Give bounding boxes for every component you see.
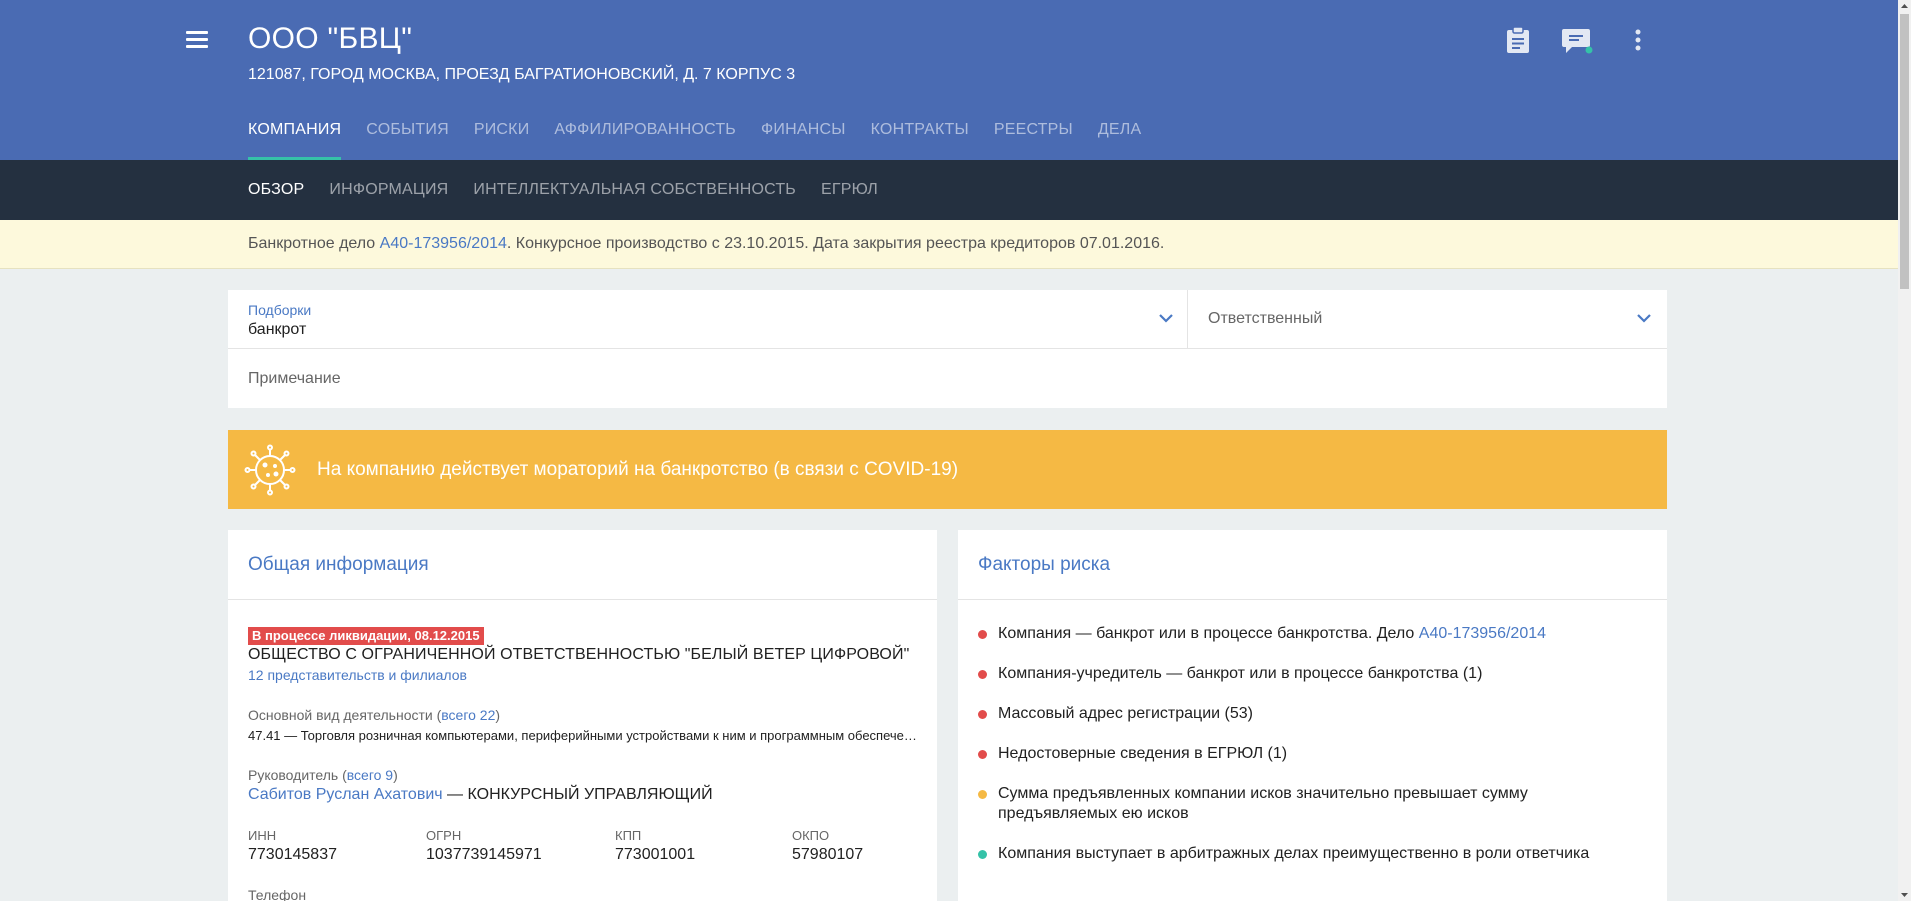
risk-factors-card: Факторы риска Компания — банкрот или в п… [958,530,1667,901]
collections-select[interactable]: Подборки банкрот [228,290,1188,349]
company-header: ООО "БВЦ" 121087, ГОРОД МОСКВА, ПРОЕЗД Б… [0,0,1898,160]
tab-company[interactable]: КОМПАНИЯ [248,120,342,160]
main-tabs: КОМПАНИЯ СОБЫТИЯ РИСКИ АФФИЛИРОВАННОСТЬ … [248,120,1166,160]
risk-list: Компания — банкрот или в процессе банкро… [978,624,1648,884]
scroll-down-icon[interactable] [1898,888,1911,901]
clipboard-icon[interactable] [1502,24,1534,56]
tab-risks[interactable]: РИСКИ [474,120,530,160]
risk-dot-icon [978,670,987,679]
moratorium-banner: На компанию действует мораторий на банкр… [228,430,1667,509]
branches-link[interactable]: 12 представительств и филиалов [248,667,467,683]
risk-item: Недостоверные сведения в ЕГРЮЛ (1) [978,744,1648,764]
responsible-select[interactable]: Ответственный [1188,290,1667,349]
status-badge: В процессе ликвидации, 08.12.2015 [248,627,484,645]
collections-card: Подборки банкрот Ответственный Примечани… [228,290,1667,408]
subtab-information[interactable]: ИНФОРМАЦИЯ [329,181,448,199]
notice-prefix: Банкротное дело [248,235,380,252]
notice-suffix: . Конкурсное производство с 23.10.2015. … [506,235,1165,252]
risk-dot-icon [978,630,987,639]
risk-dot-icon [978,750,987,759]
tab-finance[interactable]: ФИНАНСЫ [761,120,846,160]
company-full-name: ОБЩЕСТВО С ОГРАНИЧЕННОЙ ОТВЕТСТВЕННОСТЬЮ… [248,646,910,663]
page-scrollbar[interactable] [1898,0,1911,901]
head-label: Руководитель (всего 9) [248,767,398,783]
risk-item: Массовый адрес регистрации (53) [978,704,1648,724]
head-role: — КОНКУРСНЫЙ УПРАВЛЯЮЩИЙ [442,786,713,803]
code-kpp: КПП 773001001 [615,828,696,863]
company-title: ООО "БВЦ" [248,22,413,55]
head-name-link[interactable]: Сабитов Руслан Ахатович [248,786,443,803]
collections-label: Подборки [248,302,312,318]
chat-badge-icon [1585,46,1593,54]
note-input[interactable]: Примечание [228,349,1667,408]
head-line: Сабитов Руслан Ахатович — КОНКУРСНЫЙ УПР… [248,786,713,804]
risk-item: Компания-учредитель — банкрот или в проц… [978,664,1648,684]
sub-navigation: ОБЗОР ИНФОРМАЦИЯ ИНТЕЛЛЕКТУАЛЬНАЯ СОБСТВ… [0,160,1898,220]
risk-item: Сумма предъявленных компании исков значи… [978,784,1648,824]
subtab-egrul[interactable]: ЕГРЮЛ [821,181,878,199]
tab-events[interactable]: СОБЫТИЯ [366,120,449,160]
virus-icon [244,444,296,496]
notice-case-link[interactable]: А40-173956/2014 [380,235,507,252]
scroll-thumb[interactable] [1900,14,1909,289]
tab-registries[interactable]: РЕЕСТРЫ [994,120,1073,160]
activity-count-link[interactable]: всего 22 [441,707,495,723]
menu-icon[interactable] [182,28,212,52]
general-info-card: Общая информация В процессе ликвидации, … [228,530,937,901]
chevron-down-icon [1637,314,1651,323]
risk-item: Компания — банкрот или в процессе банкро… [978,624,1648,644]
risk-factors-title: Факторы риска [958,530,1667,600]
risk-item: Компания выступает в арбитражных делах п… [978,844,1648,864]
general-info-title: Общая информация [228,530,937,600]
scroll-up-icon[interactable] [1898,0,1911,13]
subtab-intellectual-property[interactable]: ИНТЕЛЛЕКТУАЛЬНАЯ СОБСТВЕННОСТЬ [473,181,796,199]
tab-cases[interactable]: ДЕЛА [1098,120,1141,160]
company-address: 121087, ГОРОД МОСКВА, ПРОЕЗД БАГРАТИОНОВ… [248,66,796,83]
subtab-overview[interactable]: ОБЗОР [248,181,304,199]
activity-text: 47.41 — Торговля розничная компьютерами,… [248,728,918,743]
code-ogrn: ОГРН 1037739145971 [426,828,542,863]
head-count-link[interactable]: всего 9 [347,767,393,783]
chevron-down-icon [1159,314,1173,323]
responsible-placeholder: Ответственный [1208,310,1323,327]
code-inn: ИНН 7730145837 [248,828,337,863]
activity-label: Основной вид деятельности (всего 22) [248,707,501,723]
tab-affiliation[interactable]: АФФИЛИРОВАННОСТЬ [554,120,736,160]
code-okpo: ОКПО 57980107 [792,828,864,863]
bankruptcy-notice: Банкротное дело А40-173956/2014. Конкурс… [0,220,1898,269]
more-vert-icon[interactable] [1622,24,1654,56]
tab-contracts[interactable]: КОНТРАКТЫ [871,120,969,160]
risk-dot-icon [978,790,987,799]
collections-value: банкрот [248,321,307,338]
phone-label: Телефон [248,887,307,901]
risk-case-link[interactable]: А40-173956/2014 [1419,625,1546,642]
note-placeholder: Примечание [248,370,341,387]
chat-icon[interactable] [1562,24,1594,56]
risk-dot-icon [978,850,987,859]
moratorium-text: На компанию действует мораторий на банкр… [317,459,959,480]
risk-dot-icon [978,710,987,719]
